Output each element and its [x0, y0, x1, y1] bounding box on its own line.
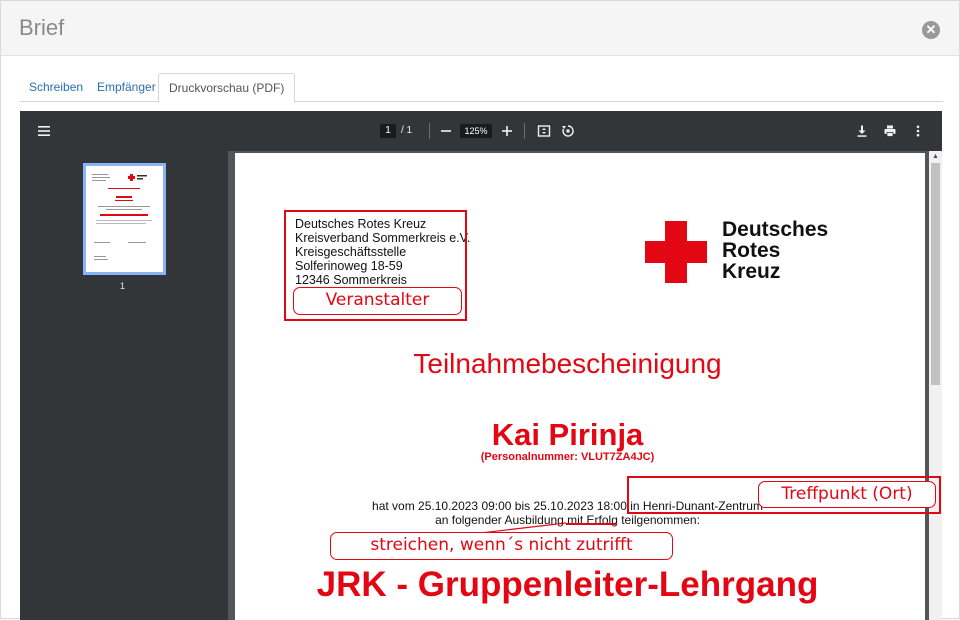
- dialog-title: Brief: [19, 15, 65, 40]
- toolbar-divider: [429, 123, 430, 139]
- logo-line: Rotes: [722, 239, 781, 262]
- zoom-in-icon[interactable]: [500, 124, 514, 138]
- download-icon[interactable]: [855, 124, 869, 138]
- tab-bar: Schreiben Empfänger Druckvorschau (PDF): [19, 73, 943, 103]
- tab-schreiben[interactable]: Schreiben: [19, 73, 93, 102]
- fit-page-icon[interactable]: [537, 124, 551, 138]
- zoom-input[interactable]: 125%: [460, 124, 492, 138]
- strike-underline: [566, 523, 617, 525]
- dialog-header: Brief ✕: [1, 1, 959, 56]
- pdf-toolbar: 1 / 1 125%: [20, 111, 942, 151]
- thumbnail-sidebar: 1: [20, 151, 228, 620]
- close-icon[interactable]: ✕: [922, 21, 940, 39]
- menu-icon[interactable]: [37, 124, 51, 138]
- certificate-title: Teilnahmebescheinigung: [413, 348, 722, 379]
- scrollbar-thumb[interactable]: [931, 163, 940, 385]
- red-cross-logo-icon: [645, 221, 707, 283]
- zoom-out-icon[interactable]: [439, 124, 453, 138]
- page-total: / 1: [401, 125, 413, 136]
- strike-note-annotation: streichen, wenn´s nicht zutrifft: [330, 532, 673, 560]
- course-title: JRK - Gruppenleiter-Lehrgang: [316, 565, 819, 604]
- tab-druckvorschau[interactable]: Druckvorschau (PDF): [158, 73, 296, 103]
- thumbnail-page-number: 1: [120, 281, 126, 291]
- thumbnail-preview: [92, 174, 152, 260]
- scroll-up-icon[interactable]: ▲: [932, 153, 939, 160]
- print-icon[interactable]: [883, 124, 897, 138]
- vertical-scrollbar[interactable]: ▲: [929, 151, 942, 620]
- logo-line: Kreuz: [722, 260, 781, 283]
- tab-empfaenger[interactable]: Empfänger: [87, 73, 166, 102]
- rotate-icon[interactable]: [561, 124, 575, 138]
- personal-number: (Personalnummer: VLUT7ZA4JC): [480, 451, 655, 463]
- participant-name: Kai Pirinja: [491, 417, 644, 452]
- organizer-annotation: Veranstalter: [293, 287, 462, 315]
- toolbar-divider: [524, 123, 525, 139]
- logo-wordmark: Deutsches Rotes Kreuz: [722, 219, 828, 282]
- meeting-point-annotation: Treffpunkt (Ort): [758, 481, 936, 508]
- more-vert-icon[interactable]: [911, 124, 925, 138]
- logo-line: Deutsches: [722, 218, 829, 241]
- page-thumbnail[interactable]: [83, 163, 166, 275]
- page-number-input[interactable]: 1: [380, 124, 396, 138]
